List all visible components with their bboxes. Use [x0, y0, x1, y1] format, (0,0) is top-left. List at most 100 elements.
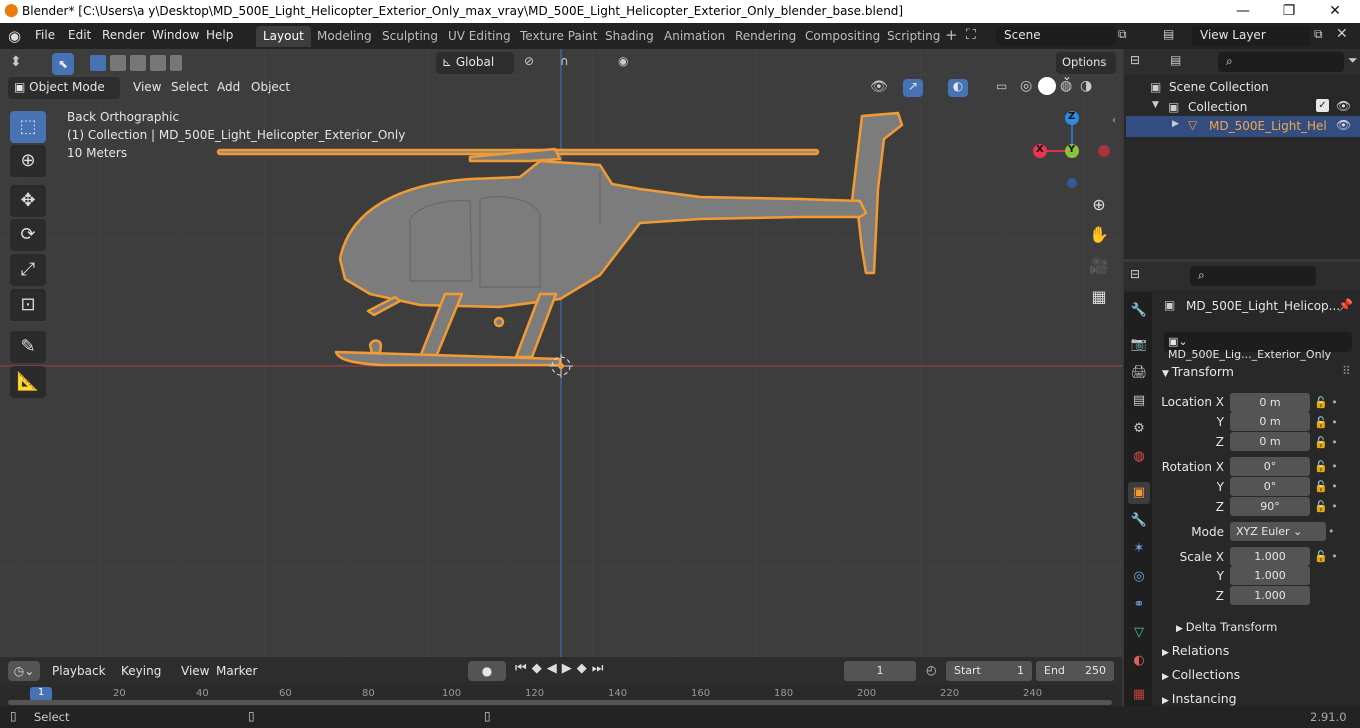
snap-icon[interactable]: ∩ — [560, 54, 569, 68]
menu-window[interactable]: Window — [152, 28, 199, 42]
outliner-object-row[interactable]: ▶ ▽ MD_500E_Light_Hel 👁 — [1126, 116, 1360, 137]
transform-tool[interactable]: ⊡ — [10, 289, 46, 321]
rotation-x-field[interactable]: 0° — [1230, 457, 1310, 476]
pan-hand-icon[interactable]: ✋ — [1086, 222, 1112, 248]
cursor-tool[interactable]: ⊕ — [10, 145, 46, 177]
scene-selector-icon[interactable]: ⛶ — [966, 27, 976, 43]
transform-header[interactable]: ▼ Transform — [1162, 364, 1234, 379]
scale-y-field[interactable]: 1.000 — [1230, 566, 1310, 585]
delta-transform-header[interactable]: ▶ Delta Transform — [1176, 620, 1277, 634]
particles-tab-icon[interactable]: ✶ — [1128, 538, 1150, 560]
data-tab-icon[interactable]: ▽ — [1128, 622, 1150, 644]
end-frame-field[interactable]: End 250 — [1036, 661, 1114, 681]
select-invert-icon[interactable] — [150, 55, 166, 71]
editor-type-icon[interactable]: ⬍ — [10, 54, 22, 70]
location-z-field[interactable]: 0 m — [1230, 432, 1310, 451]
collection-checkbox[interactable]: ✓ — [1316, 99, 1329, 112]
maximize-button[interactable]: ❐ — [1266, 0, 1312, 23]
tab-modeling[interactable]: Modeling — [310, 26, 379, 47]
object-datablock-field[interactable]: ▣⌄ MD_500E_Lig..._Exterior_Only — [1164, 332, 1352, 361]
scene-field[interactable]: Scene — [996, 26, 1116, 46]
instancing-header[interactable]: ▶ Instancing — [1162, 691, 1237, 706]
viewport-menu-select[interactable]: Select — [171, 80, 208, 94]
lock-rotation-y-icon[interactable]: 🔓 • — [1314, 477, 1354, 497]
add-workspace-icon[interactable]: + — [945, 26, 958, 44]
outliner-search-input[interactable]: ⌕ — [1218, 52, 1344, 72]
playback-controls[interactable]: ⏮◆◀▶◆⏭ — [515, 661, 608, 676]
menu-file[interactable]: File — [35, 28, 55, 42]
tab-scripting[interactable]: Scripting — [880, 26, 947, 47]
physics-tab-icon[interactable]: ◎ — [1128, 566, 1150, 588]
overlay-toggle-icon[interactable]: ◐ — [948, 79, 968, 97]
lock-scale-x-icon[interactable]: 🔓 • — [1314, 547, 1354, 567]
properties-editor-icon[interactable]: ⊟ — [1130, 267, 1140, 281]
rotate-tool[interactable]: ⟳ — [10, 219, 46, 251]
selection-mode-group[interactable] — [88, 54, 183, 72]
tab-animation[interactable]: Animation — [657, 26, 732, 47]
view-layer-icon[interactable]: ▤ — [1163, 27, 1174, 41]
rotation-mode-dropdown[interactable]: XYZ Euler ⌄ — [1230, 522, 1326, 541]
wireframe-shading-icon[interactable]: ◎ — [1020, 78, 1032, 94]
pivot-point-icon[interactable]: ⊘ — [524, 54, 534, 68]
sidebar-collapse-icon[interactable]: ‹ — [1112, 115, 1116, 126]
annotate-tool[interactable]: ✎ — [10, 331, 46, 363]
record-icon[interactable]: ● — [468, 661, 506, 681]
solid-shading-icon[interactable] — [1038, 77, 1056, 95]
select-subtract-icon[interactable] — [130, 55, 146, 71]
relations-header[interactable]: ▶ Relations — [1162, 643, 1229, 658]
material-tab-icon[interactable]: ◐ — [1128, 650, 1150, 672]
rotation-z-field[interactable]: 90° — [1230, 497, 1310, 516]
transform-drag-icon[interactable]: ⠿ — [1342, 364, 1351, 378]
timeline-menu-keying[interactable]: Keying — [121, 664, 161, 678]
location-x-field[interactable]: 0 m — [1230, 393, 1310, 412]
timeline-editor-icon[interactable]: ◷⌄ — [8, 661, 40, 681]
outliner-filter-icon[interactable]: ⏷ — [1348, 53, 1358, 68]
view-layer-field[interactable]: View Layer — [1192, 26, 1310, 46]
tab-texture-paint[interactable]: Texture Paint — [513, 26, 604, 47]
preview-range-icon[interactable]: ◴ — [926, 663, 936, 677]
gizmo-toggle-icon[interactable]: ↗ — [903, 79, 923, 97]
object-eye-icon[interactable]: 👁 — [1336, 118, 1351, 132]
object-expand-icon[interactable]: ▶ — [1172, 119, 1179, 129]
pin-icon[interactable]: 📌 — [1338, 298, 1353, 312]
modifier-tab-icon[interactable]: 🔧 — [1128, 510, 1150, 532]
zoom-icon[interactable]: ⊕ — [1086, 192, 1112, 218]
blender-menu-icon[interactable]: ◉ — [8, 27, 21, 45]
lock-location-x-icon[interactable]: 🔓 • — [1314, 393, 1354, 413]
transform-orientation-dropdown[interactable]: ⊾ Global — [436, 52, 514, 74]
outliner-collection[interactable]: Collection — [1188, 100, 1247, 114]
tab-layout[interactable]: Layout — [256, 26, 311, 47]
rendered-shading-icon[interactable]: ◑ — [1080, 78, 1092, 94]
render-tab-icon[interactable]: 📷 — [1128, 334, 1150, 356]
viewport-menu-view[interactable]: View — [133, 80, 161, 94]
view-layer-tab-icon[interactable]: ▤ — [1128, 390, 1150, 412]
scene-tab-icon[interactable]: ⚙ — [1128, 418, 1150, 440]
tab-uv-editing[interactable]: UV Editing — [441, 26, 518, 47]
xray-toggle-icon[interactable]: ▭ — [996, 79, 1007, 93]
tab-sculpting[interactable]: Sculpting — [375, 26, 445, 47]
scale-z-field[interactable]: 1.000 — [1230, 586, 1310, 605]
camera-view-icon[interactable]: 🎥 — [1086, 253, 1112, 279]
viewport-menu-object[interactable]: Object — [251, 80, 290, 94]
timeline-menu-playback[interactable]: Playback — [52, 664, 106, 678]
ortho-grid-icon[interactable]: ▦ — [1086, 284, 1112, 310]
constraints-tab-icon[interactable]: ⚭ — [1128, 594, 1150, 616]
object-tab-icon[interactable]: ▣ — [1128, 482, 1150, 504]
object-mode-dropdown[interactable]: ▣ Object Mode — [8, 77, 120, 99]
remove-view-layer-icon[interactable]: ✕ — [1336, 26, 1348, 42]
select-extend-icon[interactable] — [110, 55, 126, 71]
output-tab-icon[interactable]: 🖨 — [1128, 362, 1150, 384]
menu-edit[interactable]: Edit — [68, 28, 91, 42]
playhead[interactable]: 1 — [30, 687, 52, 701]
tab-rendering[interactable]: Rendering — [728, 26, 803, 47]
viewport-menu-add[interactable]: Add — [217, 80, 240, 94]
lock-rotation-z-icon[interactable]: 🔓 • — [1314, 497, 1354, 517]
rotation-mode-keyframe-icon[interactable]: • — [1314, 522, 1354, 542]
outliner-display-mode-icon[interactable]: ▤ — [1170, 53, 1181, 67]
tab-compositing[interactable]: Compositing — [798, 26, 887, 47]
properties-search-input[interactable]: ⌕ — [1190, 266, 1316, 286]
start-frame-field[interactable]: Start 1 — [946, 661, 1032, 681]
world-tab-icon[interactable]: ◍ — [1128, 446, 1150, 468]
timeline-scrollbar[interactable] — [8, 700, 1112, 705]
texture-tab-icon[interactable]: ▦ — [1128, 684, 1150, 706]
